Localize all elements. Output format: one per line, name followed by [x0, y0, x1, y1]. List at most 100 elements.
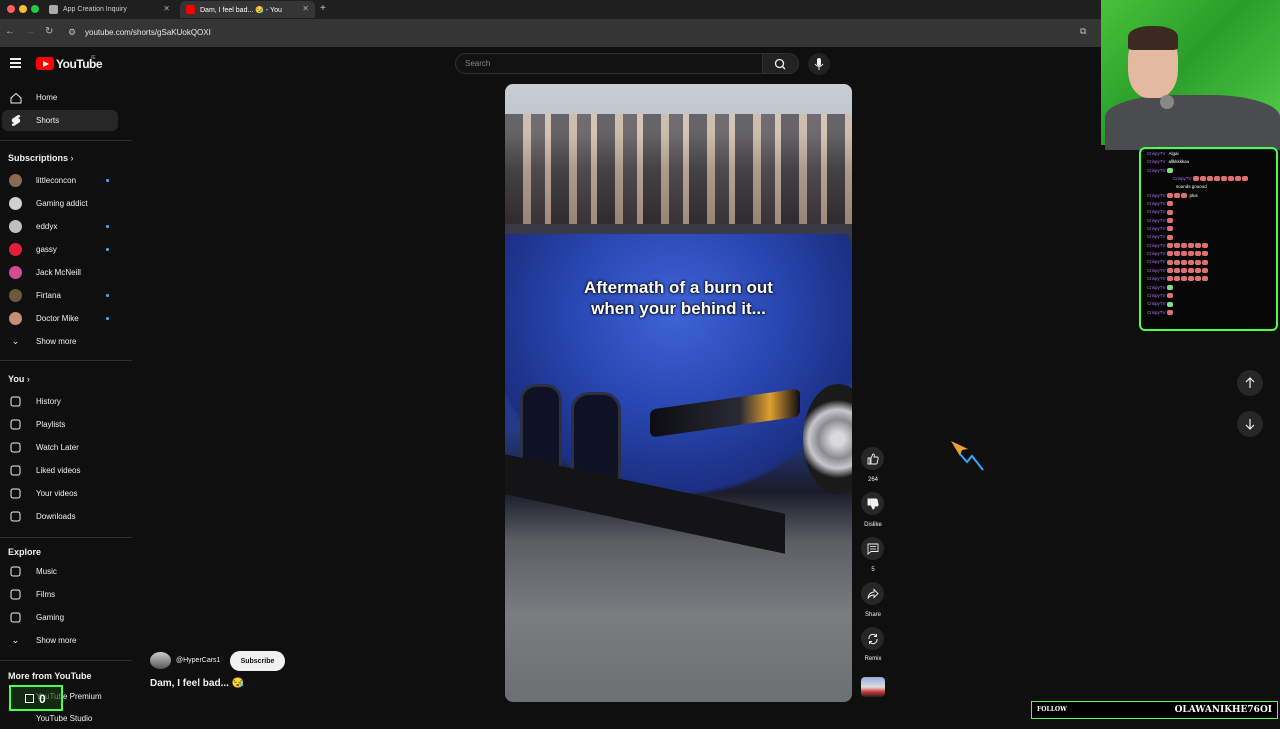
chat-message: CrispyTV — [1147, 275, 1270, 283]
subscriptions-heading[interactable]: Subscriptions › — [8, 153, 74, 163]
you-heading[interactable]: You › — [8, 374, 30, 384]
minimize-window-button[interactable] — [19, 5, 27, 13]
chat-emote-icon — [1173, 193, 1180, 199]
comments-button[interactable] — [861, 537, 884, 560]
chat-message: CrispyTV — [1147, 225, 1270, 233]
chat-emote-icon — [1173, 268, 1180, 274]
chat-emote-icon — [1234, 176, 1241, 182]
sidebar-item-downloads[interactable]: Downloads — [0, 506, 118, 527]
sidebar-item-littleconcon[interactable]: littleconcon — [0, 170, 118, 191]
close-tab-icon[interactable]: ✕ — [302, 4, 309, 13]
sidebar-item-firtana[interactable]: Firtana — [0, 285, 118, 306]
sidebar-item-music[interactable]: Music — [0, 561, 118, 582]
url-field[interactable]: youtube.com/shorts/gSaKUokQOXI — [85, 28, 211, 37]
share-label: Share — [864, 612, 881, 618]
menu-icon[interactable] — [10, 58, 21, 68]
short-title: Dam, I feel bad... 😪 — [150, 678, 245, 689]
search-input[interactable]: Search — [455, 53, 763, 74]
chat-emote-icon — [1180, 243, 1187, 249]
chatgpt-favicon-icon — [49, 5, 58, 14]
back-icon[interactable]: ← — [5, 26, 15, 37]
sidebar-item-watch-later[interactable]: Watch Later — [0, 437, 118, 458]
sidebar-item-home[interactable]: Home — [0, 87, 118, 108]
cursor-icon — [951, 441, 984, 471]
channel-avatar — [9, 266, 22, 279]
reload-icon[interactable]: ↻ — [45, 26, 53, 37]
chat-emote-icon — [1173, 276, 1180, 282]
sidebar-item-label: Firtana — [36, 291, 61, 300]
chat-emote-icon — [1194, 268, 1201, 274]
explore-show-more-button[interactable]: ⌄ Show more — [0, 630, 118, 651]
chat-emote-icon — [1166, 251, 1173, 257]
arrow-down-icon — [1245, 419, 1255, 430]
forward-icon[interactable]: → — [25, 26, 35, 37]
chat-message: CrispyTV — [1147, 208, 1270, 216]
subscribe-button[interactable]: Subscribe — [230, 651, 285, 671]
previous-short-button[interactable] — [1237, 370, 1263, 396]
sidebar-item-liked-videos[interactable]: Liked videos — [0, 460, 118, 481]
channel-avatar — [9, 289, 22, 302]
playlists-icon — [9, 418, 22, 431]
voice-search-button[interactable] — [808, 53, 830, 75]
short-video-player[interactable]: Aftermath of a burn out when your behind… — [505, 84, 852, 702]
more-from-youtube-heading: More from YouTube — [8, 671, 92, 681]
sidebar-item-eddyx[interactable]: eddyx — [0, 216, 118, 237]
close-window-button[interactable] — [7, 5, 15, 13]
sidebar-item-films[interactable]: Films — [0, 584, 118, 605]
sidebar-item-gaming-addict[interactable]: Gaming addict — [0, 193, 118, 214]
channel-avatar — [9, 174, 22, 187]
chat-username: CrispyTV — [1147, 251, 1166, 257]
chat-username: CrispyTV — [1173, 176, 1192, 182]
chat-emote-icon — [1187, 268, 1194, 274]
chat-emote-icon — [1201, 276, 1208, 282]
chat-emote-icon — [1201, 268, 1208, 274]
like-button[interactable] — [861, 447, 884, 470]
chat-emote-icon — [1220, 176, 1227, 182]
chat-message: CrispyTV — [1147, 217, 1270, 225]
sidebar-item-your-videos[interactable]: Your videos — [0, 483, 118, 504]
sidebar-item-history[interactable]: History — [0, 391, 118, 412]
chat-emote-icon — [1166, 168, 1173, 173]
search-button[interactable] — [763, 53, 799, 74]
chat-username: CrispyTV — [1147, 192, 1166, 198]
youtube-logo-icon[interactable] — [36, 57, 54, 70]
sidebar-item-playlists[interactable]: Playlists — [0, 414, 118, 435]
chat-message: CrispyTV — [1147, 167, 1270, 175]
sidebar-item-jack-mcneill[interactable]: Jack McNeill — [0, 262, 118, 283]
channel-avatar[interactable] — [150, 652, 171, 669]
shorts-icon — [9, 114, 22, 127]
sidebar-item-shorts[interactable]: Shorts — [2, 110, 118, 131]
chat-emote-icon — [1227, 176, 1234, 182]
new-tab-icon[interactable]: + — [320, 3, 326, 14]
next-short-button[interactable] — [1237, 411, 1263, 437]
new-content-dot — [106, 317, 109, 320]
channel-thumbnail[interactable] — [861, 677, 885, 697]
chat-emote-icon — [1180, 276, 1187, 282]
sidebar-item-gassy[interactable]: gassy — [0, 239, 118, 260]
your-videos-icon — [9, 487, 22, 500]
sidebar-item-doctor-mike[interactable]: Doctor Mike — [0, 308, 118, 329]
show-more-button[interactable]: ⌄ Show more — [0, 331, 118, 352]
sidebar-item-label: YouTube Studio — [36, 714, 93, 723]
chat-emote-icon — [1187, 243, 1194, 249]
tab-app-creation-inquiry[interactable]: App Creation Inquiry ✕ — [43, 1, 176, 18]
gaming-icon — [9, 611, 22, 624]
sidebar-item-label: Liked videos — [36, 466, 81, 475]
chat-message: CrispyTV — [1147, 242, 1270, 250]
dislike-button[interactable] — [861, 492, 884, 515]
channel-name[interactable]: @HyperCars1 — [176, 657, 220, 664]
sidebar-item-youtube-studio[interactable]: YouTube Studio — [0, 708, 118, 729]
sidebar-item-gaming[interactable]: Gaming — [0, 607, 118, 628]
chat-username: CrispyTV — [1147, 151, 1166, 156]
chat-message: CrispyTV — [1147, 309, 1270, 317]
remix-button[interactable] — [861, 627, 884, 650]
tab-youtube-short[interactable]: Dam, I feel bad... 😪 - You ✕ — [180, 1, 315, 18]
site-info-icon[interactable]: ⚙ — [68, 27, 76, 38]
cast-icon[interactable]: ⧉ — [1080, 26, 1086, 37]
films-icon — [9, 588, 22, 601]
maximize-window-button[interactable] — [31, 5, 39, 13]
close-tab-icon[interactable]: ✕ — [163, 4, 170, 13]
sidebar-item-label: Watch Later — [36, 443, 79, 452]
chat-text: allkkkkkau — [1168, 159, 1190, 165]
share-button[interactable] — [861, 582, 884, 605]
